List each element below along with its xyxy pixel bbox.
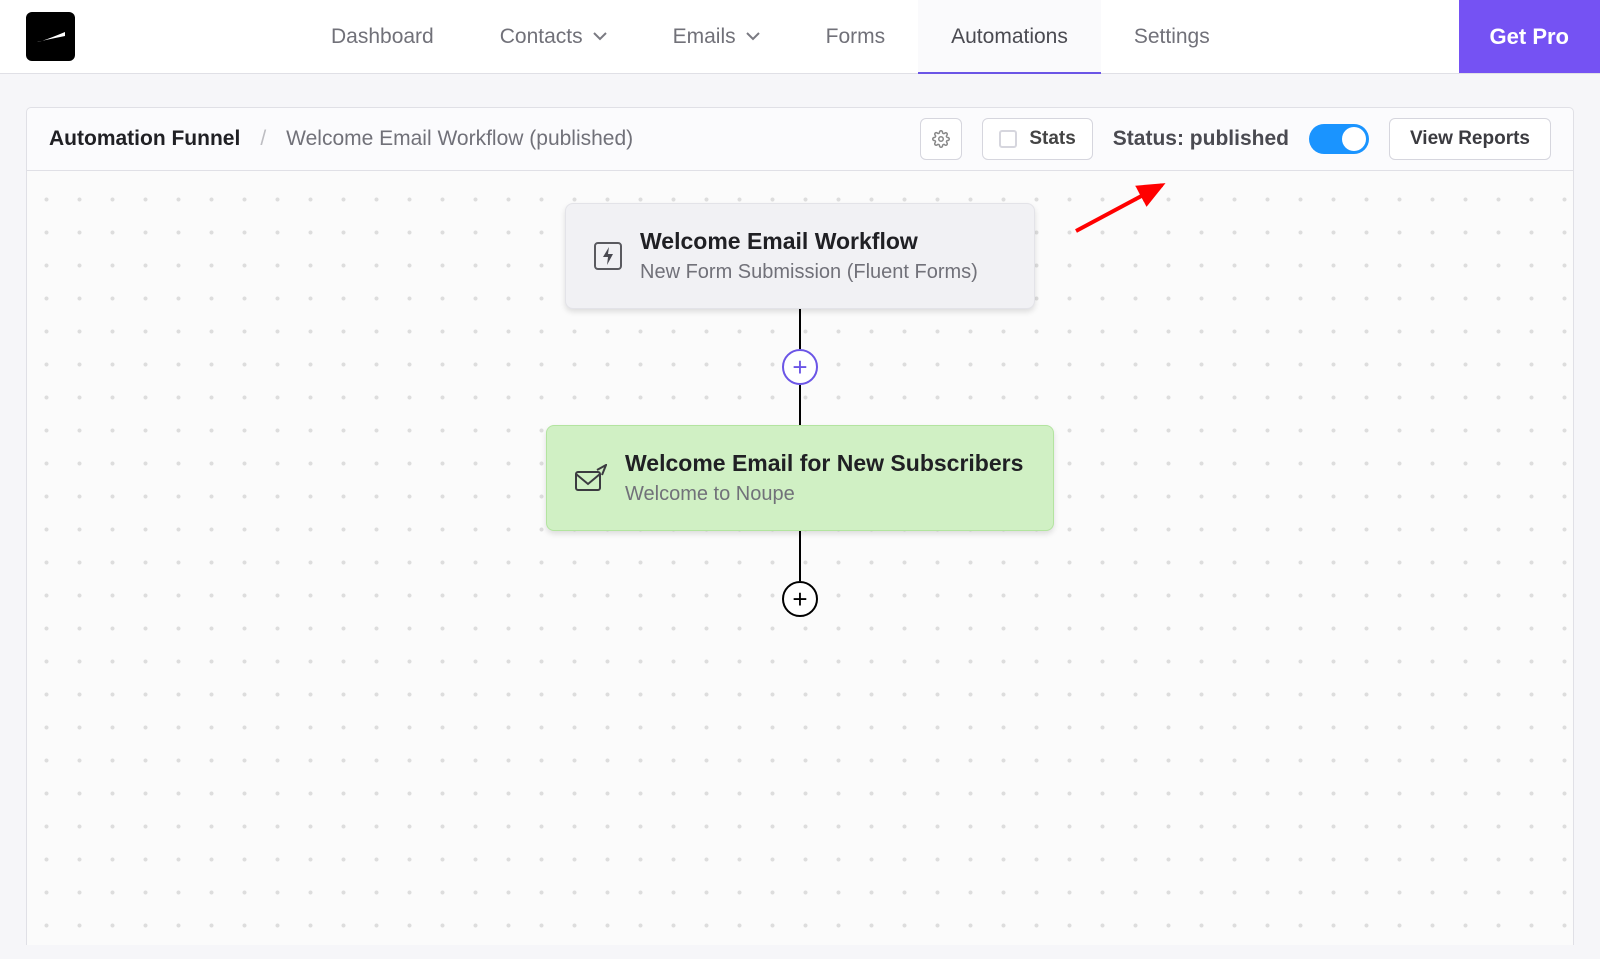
action-subtitle: Welcome to Noupe <box>625 483 1023 506</box>
breadcrumb-root[interactable]: Automation Funnel <box>49 127 240 151</box>
trigger-title: Welcome Email Workflow <box>640 228 978 255</box>
nav-contacts[interactable]: Contacts <box>467 0 640 73</box>
breadcrumb-separator: / <box>260 127 266 151</box>
trigger-subtitle: New Form Submission (Fluent Forms) <box>640 261 978 284</box>
nav-settings[interactable]: Settings <box>1101 0 1243 73</box>
status-toggle[interactable] <box>1309 124 1369 154</box>
funnel-canvas[interactable]: Welcome Email Workflow New Form Submissi… <box>26 171 1574 945</box>
connector-line <box>799 309 801 349</box>
send-email-icon <box>575 464 607 492</box>
toolbar: Automation Funnel / Welcome Email Workfl… <box>26 107 1574 171</box>
bolt-icon <box>594 242 622 270</box>
top-navbar: Dashboard Contacts Emails Forms Automati… <box>0 0 1600 74</box>
chevron-down-icon <box>593 32 607 41</box>
toggle-knob <box>1342 127 1366 151</box>
status-label: Status: published <box>1113 127 1289 151</box>
button-label: Get Pro <box>1490 24 1569 50</box>
add-step-button[interactable]: + <box>782 349 818 385</box>
nav-dashboard[interactable]: Dashboard <box>298 0 467 73</box>
get-pro-button[interactable]: Get Pro <box>1459 0 1600 73</box>
nav-label: Emails <box>673 25 736 49</box>
annotation-arrow <box>1072 181 1168 235</box>
node-text: Welcome Email Workflow New Form Submissi… <box>640 228 978 284</box>
stats-button[interactable]: Stats <box>982 118 1092 160</box>
node-text: Welcome Email for New Subscribers Welcom… <box>625 450 1023 506</box>
action-title: Welcome Email for New Subscribers <box>625 450 1023 477</box>
logo-icon <box>26 12 75 61</box>
app-logo[interactable] <box>0 0 108 73</box>
checkbox-icon <box>999 130 1017 148</box>
nav-label: Dashboard <box>331 25 434 49</box>
action-node[interactable]: Welcome Email for New Subscribers Welcom… <box>546 425 1054 531</box>
nav-label: Contacts <box>500 25 583 49</box>
button-label: View Reports <box>1410 128 1530 150</box>
trigger-node[interactable]: Welcome Email Workflow New Form Submissi… <box>565 203 1035 309</box>
flow: Welcome Email Workflow New Form Submissi… <box>546 203 1054 617</box>
nav-label: Settings <box>1134 25 1210 49</box>
main-nav: Dashboard Contacts Emails Forms Automati… <box>298 0 1243 73</box>
chevron-down-icon <box>746 32 760 41</box>
settings-button[interactable] <box>920 118 962 160</box>
button-label: Stats <box>1029 128 1075 150</box>
gear-icon <box>932 130 950 148</box>
connector-line <box>799 531 801 581</box>
add-step-button[interactable]: + <box>782 581 818 617</box>
nav-label: Forms <box>826 25 886 49</box>
breadcrumb-name: Welcome Email Workflow (published) <box>286 127 633 151</box>
nav-forms[interactable]: Forms <box>793 0 919 73</box>
nav-emails[interactable]: Emails <box>640 0 793 73</box>
nav-automations[interactable]: Automations <box>918 0 1101 73</box>
connector-line <box>799 385 801 425</box>
view-reports-button[interactable]: View Reports <box>1389 118 1551 160</box>
nav-label: Automations <box>951 25 1068 49</box>
